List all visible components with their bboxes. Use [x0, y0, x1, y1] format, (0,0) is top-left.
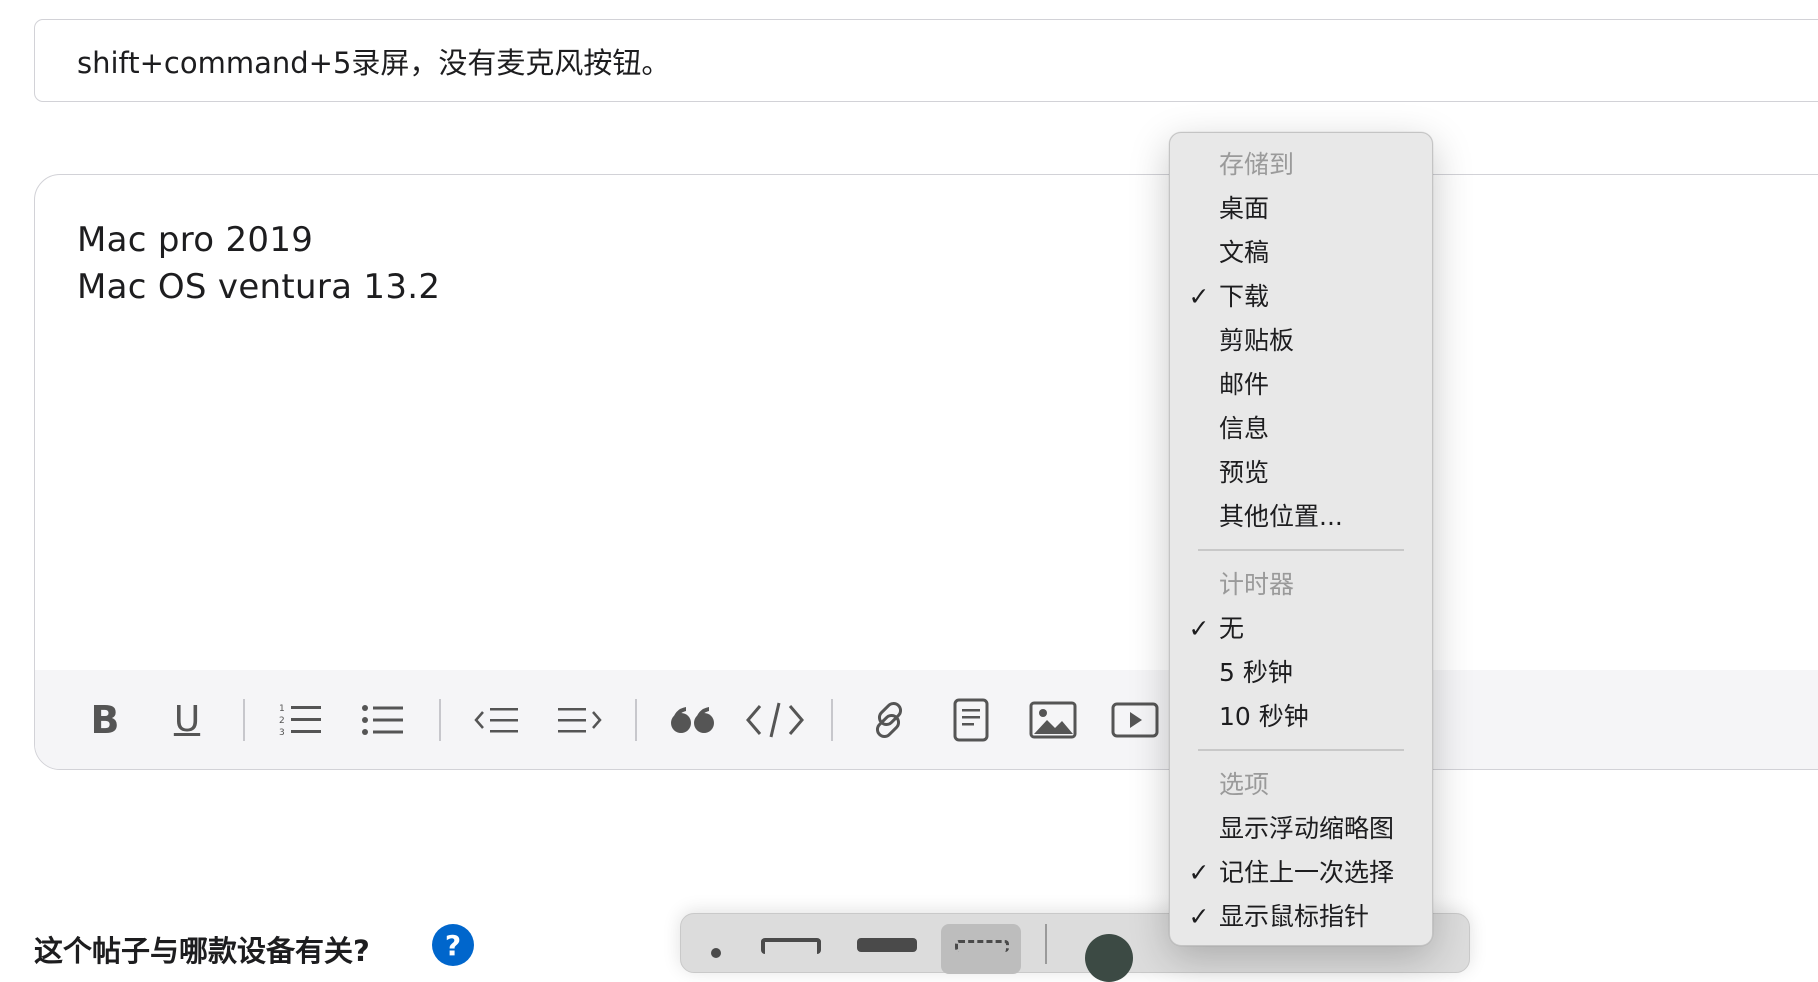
underline-icon: U	[173, 699, 201, 740]
checkmark-icon: ✓	[1188, 282, 1210, 311]
bullet-list-icon	[362, 704, 403, 735]
menu-item-label: 无	[1219, 614, 1245, 643]
title-input[interactable]: shift+command+5录屏，没有麦克风按钮。	[34, 19, 1818, 102]
menu-item[interactable]: 10 秒钟	[1170, 695, 1432, 739]
menu-item[interactable]: 信息	[1170, 407, 1432, 451]
outdent-button[interactable]	[467, 690, 527, 750]
menu-item-label: 桌面	[1219, 194, 1270, 223]
menu-item[interactable]: ✓ 显示鼠标指针	[1170, 895, 1432, 939]
help-icon[interactable]: ?	[432, 924, 474, 966]
menu-header-save: 存储到	[1219, 150, 1295, 179]
image-button[interactable]	[1023, 690, 1083, 750]
menu-item-label: 显示浮动缩略图	[1219, 814, 1395, 843]
numbered-list-icon: 1 2 3	[279, 704, 321, 738]
menu-item[interactable]: 桌面	[1170, 187, 1432, 231]
menu-item-label: 显示鼠标指针	[1219, 902, 1370, 931]
menu-item[interactable]: ✓ 下载	[1170, 275, 1432, 319]
editor-toolbar: B U 1 2 3	[35, 670, 1818, 769]
menu-header-timer: 计时器	[1219, 570, 1295, 599]
link-icon	[875, 701, 903, 738]
menu-item-label: 剪贴板	[1219, 326, 1295, 355]
menu-separator	[1198, 749, 1404, 751]
underline-button[interactable]: U	[157, 690, 217, 750]
menu-item-label: 信息	[1219, 414, 1270, 443]
indent-button[interactable]	[549, 690, 609, 750]
record-icon[interactable]	[1085, 934, 1133, 982]
toolbar-divider	[831, 698, 833, 741]
menu-item[interactable]: ✓ 无	[1170, 607, 1432, 651]
toolbar-divider	[439, 698, 441, 741]
editor-line: Mac pro 2019	[77, 220, 314, 260]
menu-item-label: 记住上一次选择	[1219, 858, 1395, 887]
document-icon	[953, 698, 989, 741]
indent-icon	[558, 707, 602, 732]
selection-icon	[955, 940, 1009, 952]
checkmark-icon: ✓	[1188, 614, 1210, 643]
capture-window-icon[interactable]	[761, 938, 821, 954]
menu-item[interactable]: 邮件	[1170, 363, 1432, 407]
menu-item-label: 邮件	[1219, 370, 1270, 399]
video-icon	[1111, 702, 1159, 737]
menu-item-label: 下载	[1219, 282, 1270, 311]
menu-item[interactable]: 其他位置...	[1170, 495, 1432, 539]
toolbar-divider	[635, 698, 637, 741]
bullet-list-button[interactable]	[353, 690, 413, 750]
toolbar-divider	[243, 698, 245, 741]
svg-text:3: 3	[279, 728, 285, 738]
bold-icon: B	[90, 697, 120, 742]
checkmark-icon: ✓	[1188, 858, 1210, 887]
options-menu: 存储到 桌面 文稿 ✓ 下载 剪贴板 邮件 信息 预览 其他位置... 计时器 ✓ 无 5 秒钟 10…	[1169, 132, 1433, 946]
checkmark-icon: ✓	[1188, 902, 1210, 931]
code-button[interactable]	[745, 690, 805, 750]
menu-item-label: 10 秒钟	[1219, 702, 1309, 731]
quote-button[interactable]	[663, 690, 723, 750]
menu-item[interactable]: 5 秒钟	[1170, 651, 1432, 695]
menu-item-label: 5 秒钟	[1219, 658, 1293, 687]
editor-body[interactable]: Mac pro 2019 Mac OS ventura 13.2	[77, 217, 1818, 311]
post-editor[interactable]: Mac pro 2019 Mac OS ventura 13.2 B U 1 2…	[34, 174, 1818, 770]
menu-header-options: 选项	[1219, 770, 1270, 799]
code-icon	[746, 702, 804, 737]
menu-item-label: 文稿	[1219, 238, 1270, 267]
device-question: 这个帖子与哪款设备有关?	[34, 934, 370, 968]
menu-item[interactable]: 剪贴板	[1170, 319, 1432, 363]
svg-text:2: 2	[279, 716, 285, 726]
video-button[interactable]	[1105, 690, 1165, 750]
document-button[interactable]	[941, 690, 1001, 750]
menu-item[interactable]: 显示浮动缩略图	[1170, 807, 1432, 851]
menu-item[interactable]: ✓ 记住上一次选择	[1170, 851, 1432, 895]
numbered-list-button[interactable]: 1 2 3	[271, 690, 331, 750]
editor-line: Mac OS ventura 13.2	[77, 267, 441, 307]
image-icon	[1029, 701, 1077, 738]
menu-item-label: 其他位置...	[1219, 502, 1343, 531]
menu-item[interactable]: 预览	[1170, 451, 1432, 495]
quote-icon	[671, 706, 714, 733]
title-input-value: shift+command+5录屏，没有麦克风按钮。	[77, 45, 671, 80]
toolbar-divider	[1045, 924, 1047, 964]
svg-text:1: 1	[279, 704, 285, 714]
bold-button[interactable]: B	[75, 690, 135, 750]
outdent-icon	[474, 707, 518, 732]
link-button[interactable]	[859, 690, 919, 750]
menu-separator	[1198, 549, 1404, 551]
menu-item-label: 预览	[1219, 458, 1270, 487]
menu-item[interactable]: 文稿	[1170, 231, 1432, 275]
